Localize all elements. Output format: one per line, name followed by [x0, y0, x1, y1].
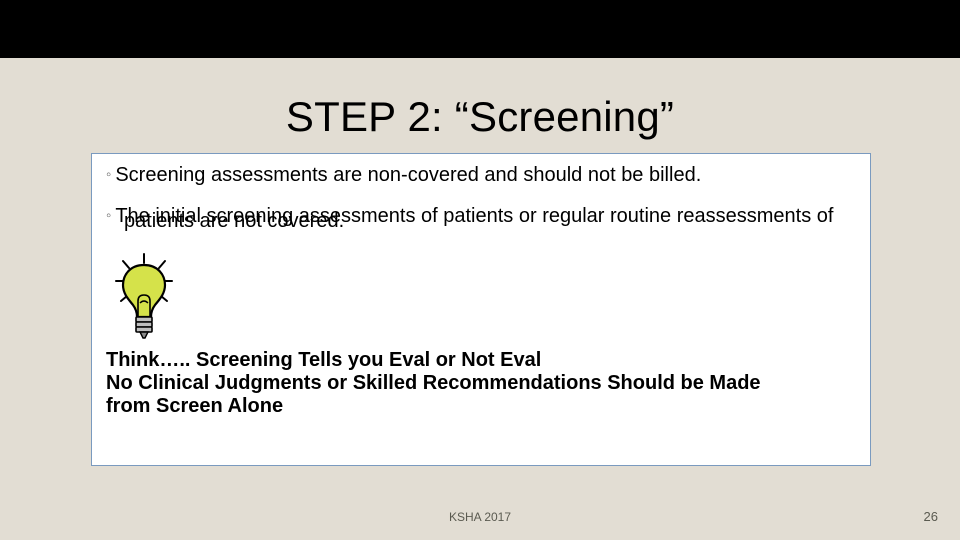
bullet-mark: ◦: [106, 207, 111, 224]
think-line-1: Think….. Screening Tells you Eval or Not…: [106, 349, 856, 372]
think-block: Think….. Screening Tells you Eval or Not…: [106, 349, 856, 418]
footer-center-text: KSHA 2017: [0, 510, 960, 524]
bullet-2-text-b: patients are not covered.: [124, 210, 344, 232]
bullet-1-text: Screening assessments are non-covered an…: [115, 164, 701, 186]
bullet-1: ◦Screening assessments are non-covered a…: [106, 164, 856, 187]
think-line-2: No Clinical Judgments or Skilled Recomme…: [106, 372, 856, 395]
slide-title: STEP 2: “Screening”: [0, 93, 960, 141]
lightbulb-icon: [110, 251, 856, 341]
top-black-bar: [0, 0, 960, 58]
content-panel: ◦Screening assessments are non-covered a…: [91, 153, 871, 466]
bullet-mark: ◦: [106, 166, 111, 183]
think-line-3: from Screen Alone: [106, 395, 856, 418]
page-number: 26: [924, 509, 938, 524]
